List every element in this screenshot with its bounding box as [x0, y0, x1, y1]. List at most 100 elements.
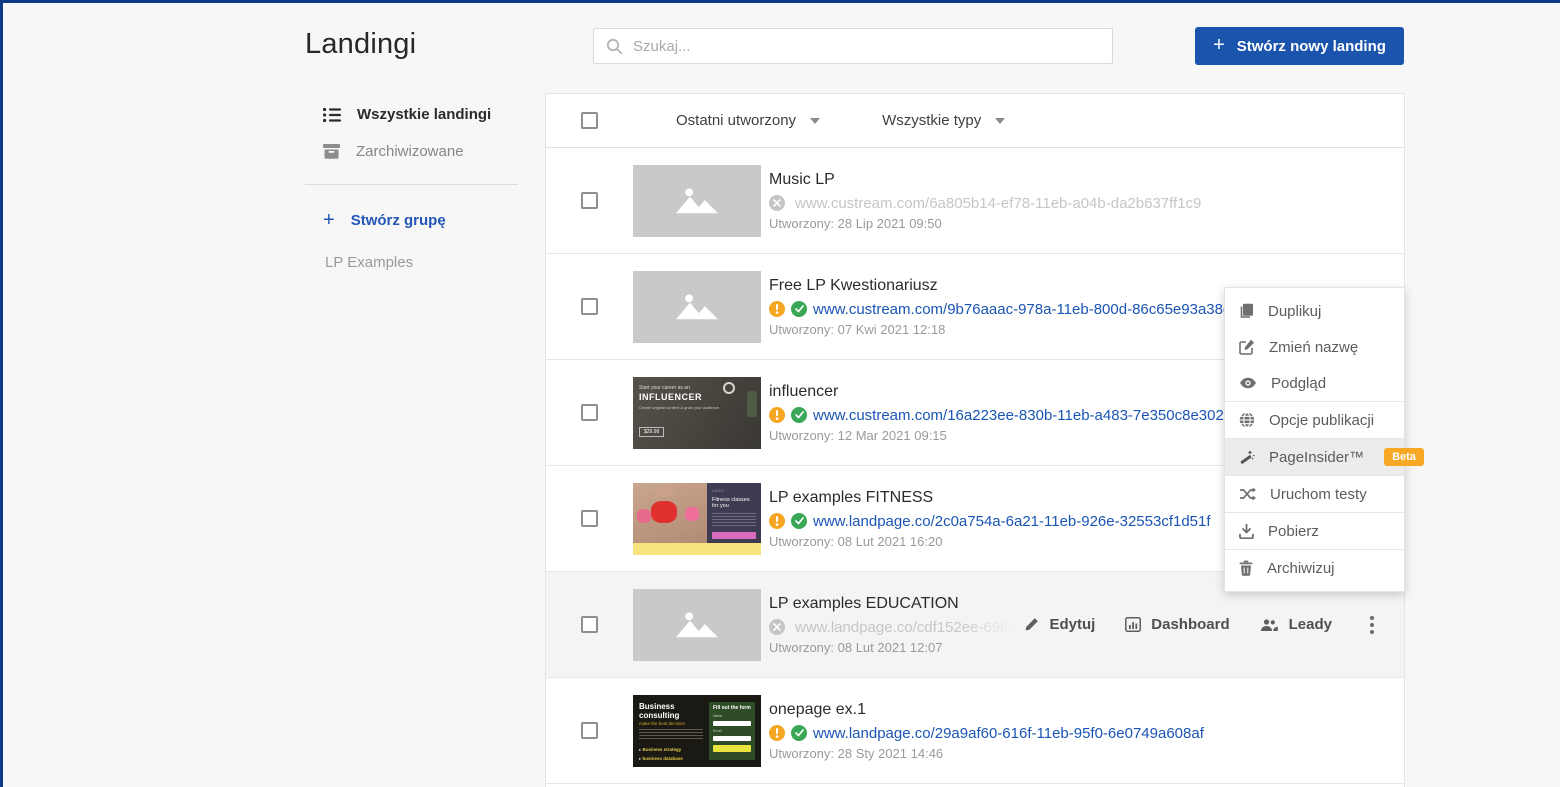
shuffle-icon	[1239, 487, 1256, 501]
menu-item-label: Pobierz	[1268, 523, 1319, 540]
plus-icon: +	[1213, 35, 1225, 55]
menu-item-label: Zmień nazwę	[1269, 339, 1358, 356]
landing-thumbnail[interactable]: Business consulting make the best decisi…	[633, 695, 761, 767]
table-row[interactable]: Music LP www.custream.com/6a805b14-ef78-…	[546, 148, 1404, 254]
magic-wand-icon	[1239, 449, 1255, 465]
image-placeholder-icon	[669, 609, 725, 641]
landing-title[interactable]: Music LP	[769, 171, 1201, 189]
menu-item-label: Archiwizuj	[1267, 560, 1335, 577]
landing-thumbnail-placeholder[interactable]	[633, 589, 761, 661]
landing-title[interactable]: influencer	[769, 383, 1232, 401]
landing-url-link[interactable]: www.landpage.co/29a9af60-616f-11eb-95f0-…	[813, 725, 1204, 742]
unpublished-changes-icon	[769, 407, 785, 423]
row-checkbox[interactable]	[581, 404, 598, 421]
search-input[interactable]	[633, 38, 1100, 55]
published-icon	[791, 407, 807, 423]
list-icon	[323, 107, 341, 123]
edit-button[interactable]: Edytuj	[1024, 616, 1095, 633]
thumb-text: Fitness classes for you	[712, 497, 756, 509]
sidebar-item-archived[interactable]: Zarchiwizowane	[305, 133, 518, 170]
row-checkbox[interactable]	[581, 298, 598, 315]
row-checkbox[interactable]	[581, 722, 598, 739]
fitness-panel: LOGO Fitness classes for you	[707, 483, 761, 543]
menu-item-download[interactable]: Pobierz	[1225, 513, 1404, 549]
dashboard-label: Dashboard	[1151, 616, 1229, 633]
table-header: Ostatni utworzony Wszystkie typy	[546, 94, 1404, 148]
landing-title[interactable]: Free LP Kwestionariusz	[769, 277, 1231, 295]
menu-item-preview[interactable]: Podgląd	[1225, 365, 1404, 401]
created-date: Utworzony: 07 Kwi 2021 12:18	[769, 322, 1231, 337]
leads-button[interactable]: Leady	[1260, 616, 1332, 633]
type-dropdown-label: Wszystkie typy	[882, 112, 981, 129]
created-date: Utworzony: 08 Lut 2021 16:20	[769, 534, 1211, 549]
thumb-button-shape	[712, 532, 756, 539]
business-form: Fill out the form Name Email	[709, 702, 755, 760]
landing-url-link[interactable]: www.custream.com/9b76aaac-978a-11eb-800d…	[813, 301, 1231, 318]
published-icon	[791, 725, 807, 741]
landing-url-link[interactable]: www.custream.com/16a223ee-830b-11eb-a483…	[813, 407, 1232, 424]
sidebar: Wszystkie landingi Zarchiwizowane + Stwó…	[305, 96, 518, 277]
sort-dropdown[interactable]: Ostatni utworzony	[676, 112, 820, 129]
landing-title[interactable]: LP examples EDUCATION	[769, 595, 1013, 613]
row-checkbox[interactable]	[581, 616, 598, 633]
rename-icon	[1239, 339, 1255, 355]
menu-item-label: Podgląd	[1271, 375, 1326, 392]
thumb-text: Fill out the form	[713, 705, 751, 711]
create-group-button[interactable]: + Stwórz grupę	[305, 201, 518, 240]
menu-item-publish-options[interactable]: Opcje publikacji	[1225, 402, 1404, 438]
yellow-strip	[633, 543, 761, 555]
leads-label: Leady	[1289, 616, 1332, 633]
fitness-photo	[633, 483, 707, 543]
unpublished-icon	[769, 195, 785, 211]
sidebar-item-all-landings[interactable]: Wszystkie landingi	[305, 96, 518, 133]
unpublished-changes-icon	[769, 301, 785, 317]
search-box[interactable]	[593, 28, 1113, 64]
duplicate-icon	[1239, 303, 1254, 319]
window-frame-left	[0, 0, 3, 787]
more-options-icon[interactable]	[1362, 612, 1382, 638]
landing-url: www.landpage.co/cdf152ee-69fd	[795, 619, 1013, 636]
sidebar-divider	[305, 184, 518, 185]
menu-item-rename[interactable]: Zmień nazwę	[1225, 329, 1404, 365]
created-date: Utworzony: 28 Lip 2021 09:50	[769, 216, 1201, 231]
landing-title[interactable]: LP examples FITNESS	[769, 489, 1211, 507]
plus-icon: +	[323, 209, 335, 232]
select-all-checkbox[interactable]	[581, 112, 598, 129]
beta-badge: Beta	[1384, 448, 1424, 466]
globe-icon	[1239, 412, 1255, 428]
search-icon	[606, 38, 623, 55]
chevron-down-icon	[995, 118, 1005, 124]
published-icon	[791, 513, 807, 529]
thumb-text: make the best decision	[639, 721, 703, 726]
edit-label: Edytuj	[1049, 616, 1095, 633]
landing-thumbnail-placeholder[interactable]	[633, 165, 761, 237]
menu-item-pageinsider[interactable]: PageInsider™ Beta	[1225, 439, 1404, 475]
landing-url-link[interactable]: www.landpage.co/2c0a754a-6a21-11eb-926e-…	[813, 513, 1211, 530]
row-checkbox[interactable]	[581, 192, 598, 209]
landing-thumbnail-placeholder[interactable]	[633, 271, 761, 343]
window-frame-top	[0, 0, 1560, 3]
landing-thumbnail[interactable]: Start your career as an INFLUENCER Creat…	[633, 377, 761, 449]
dashboard-button[interactable]: Dashboard	[1125, 616, 1229, 633]
menu-item-archive[interactable]: Archiwizuj	[1225, 550, 1404, 586]
menu-item-duplicate[interactable]: Duplikuj	[1225, 293, 1404, 329]
landing-thumbnail[interactable]: LOGO Fitness classes for you	[633, 483, 761, 555]
menu-item-run-tests[interactable]: Uruchom testy	[1225, 476, 1404, 512]
menu-item-label: Duplikuj	[1268, 303, 1321, 320]
table-row[interactable]: Business consulting make the best decisi…	[546, 678, 1404, 784]
create-landing-button[interactable]: + Stwórz nowy landing	[1195, 27, 1404, 65]
row-context-menu: Duplikuj Zmień nazwę Podgląd Opcje publi…	[1224, 287, 1405, 592]
thumb-text: INFLUENCER	[639, 392, 755, 402]
clock-shape	[723, 382, 735, 394]
sidebar-group-lp-examples[interactable]: LP Examples	[305, 240, 518, 277]
archive-icon	[323, 144, 340, 159]
landing-title[interactable]: onepage ex.1	[769, 701, 1204, 719]
type-dropdown[interactable]: Wszystkie typy	[882, 112, 1005, 129]
thumb-button-shape	[713, 745, 751, 752]
thumb-text: Start your career as an	[639, 385, 755, 391]
created-date: Utworzony: 08 Lut 2021 12:07	[769, 640, 1013, 655]
menu-item-label: Opcje publikacji	[1269, 412, 1374, 429]
menu-item-label: PageInsider™	[1269, 449, 1364, 466]
create-landing-label: Stwórz nowy landing	[1237, 38, 1386, 55]
row-checkbox[interactable]	[581, 510, 598, 527]
